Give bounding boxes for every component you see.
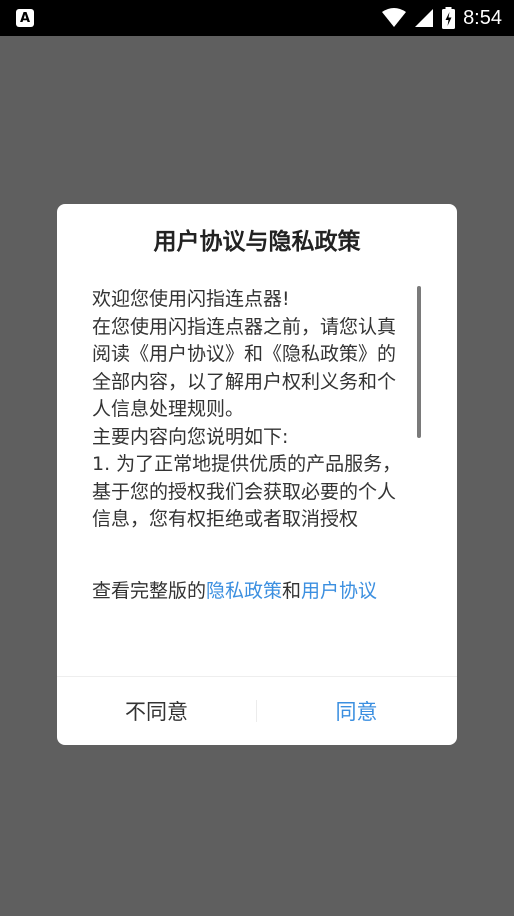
view-full-line: 查看完整版的隐私政策和用户协议 (92, 578, 414, 605)
app-notification-icon: A (16, 9, 34, 27)
and-text: 和 (282, 580, 302, 602)
dialog-body-text[interactable]: 欢迎您使用闪指连点器! 在您使用闪指连点器之前，请您认真阅读《用户协议》和《隐私… (92, 286, 414, 534)
agree-button[interactable]: 同意 (257, 677, 456, 745)
status-bar: A 8:54 (0, 0, 514, 36)
privacy-dialog: 用户协议与隐私政策 欢迎您使用闪指连点器! 在您使用闪指连点器之前，请您认真阅读… (57, 204, 457, 745)
user-agreement-link[interactable]: 用户协议 (301, 580, 377, 602)
clock: 8:54 (463, 6, 502, 29)
cell-signal-icon (415, 9, 434, 27)
view-full-prefix: 查看完整版的 (92, 580, 207, 602)
privacy-policy-link[interactable]: 隐私政策 (206, 580, 282, 602)
wifi-icon (382, 8, 407, 27)
dialog-title: 用户协议与隐私政策 (153, 229, 361, 255)
battery-charging-icon (442, 7, 456, 29)
status-icons: 8:54 (382, 7, 502, 30)
disagree-button[interactable]: 不同意 (57, 677, 256, 745)
scrollbar[interactable] (417, 286, 421, 438)
